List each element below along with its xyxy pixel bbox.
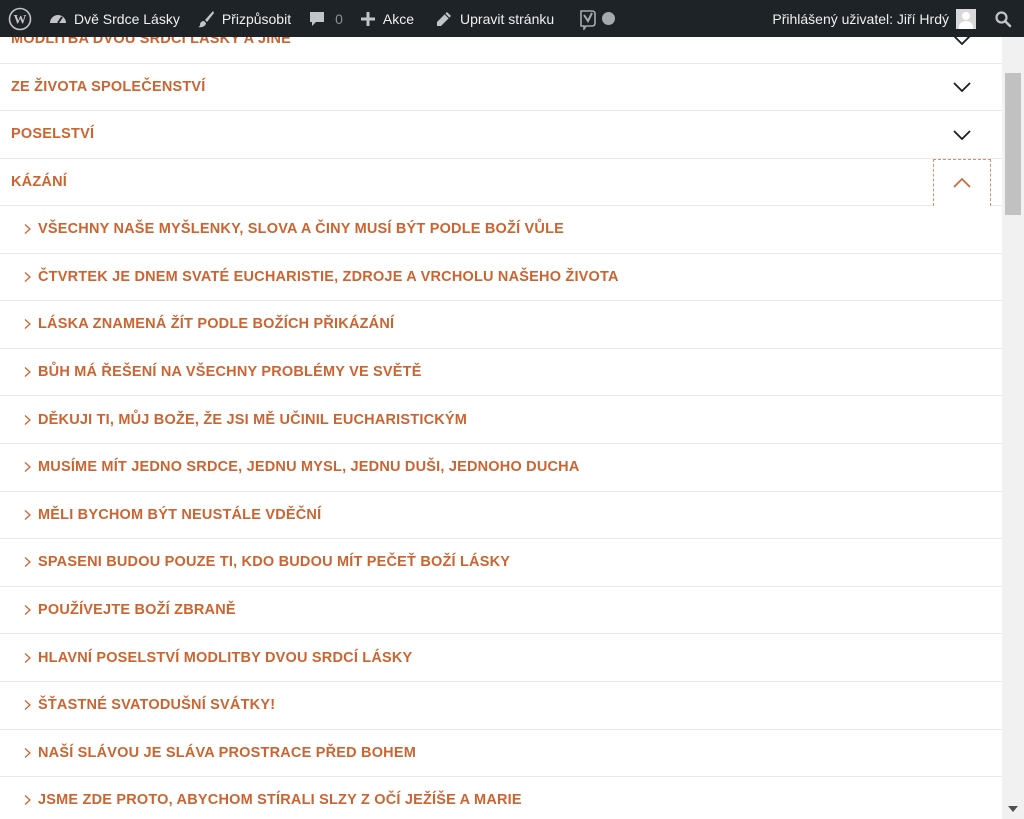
submenu: Všechny naše myšlenky, slova a činy musí… bbox=[0, 206, 1002, 819]
submenu-item[interactable]: Šťastné svatodušní svátky! bbox=[0, 682, 1002, 730]
submenu-item-label: Všechny naše myšlenky, slova a činy musí… bbox=[38, 221, 565, 238]
menu-category-label: Poselství bbox=[11, 126, 95, 143]
chevron-right-icon bbox=[24, 747, 31, 758]
submenu-item-label: Jsme zde proto, abychom stírali slzy z o… bbox=[38, 792, 522, 809]
paintbrush-icon bbox=[197, 10, 214, 27]
chevron-right-icon bbox=[24, 509, 31, 520]
submenu-item-label: Čtvrtek je dnem svaté Eucharistie, zdroj… bbox=[38, 268, 619, 285]
yoast-icon bbox=[580, 9, 596, 30]
site-name-label: Dvě Srdce Lásky bbox=[74, 10, 180, 27]
chevron-right-icon bbox=[24, 224, 31, 235]
menu-category-label: Modlitba dvou srdcí lásky a jiné bbox=[11, 37, 292, 48]
submenu-item[interactable]: Čtvrtek je dnem svaté Eucharistie, zdroj… bbox=[0, 254, 1002, 302]
chevron-right-icon bbox=[24, 319, 31, 330]
avatar bbox=[956, 8, 976, 29]
comments-link[interactable]: 0 bbox=[299, 0, 351, 37]
submenu-item-label: Bůh má řešení na všechny problémy ve svě… bbox=[38, 364, 422, 381]
site-name-link[interactable]: Dvě Srdce Lásky bbox=[40, 0, 188, 37]
submenu-item-label: Spaseni budou pouze ti, kdo budou mít pe… bbox=[38, 554, 511, 571]
mobile-menu: Modlitba dvou srdcí lásky a jiné Ze živo… bbox=[0, 37, 1002, 819]
new-content-label: Akce bbox=[382, 10, 415, 27]
seo-score-dot-icon bbox=[602, 12, 616, 25]
submenu-item-label: Děkuji ti, můj Bože, že jsi mě učinil eu… bbox=[38, 411, 468, 428]
svg-text:W: W bbox=[14, 11, 27, 26]
logged-in-user-label: Přihlášený uživatel: Jiří Hrdý bbox=[772, 10, 949, 27]
submenu-item-label: Šťastné svatodušní svátky! bbox=[38, 697, 276, 714]
chevron-down-icon bbox=[953, 82, 971, 93]
submenu-item-label: Hlavní poselství Modlitby dvou srdcí lás… bbox=[38, 649, 413, 666]
chevron-up-icon bbox=[953, 177, 971, 188]
menu-category[interactable]: Modlitba dvou srdcí lásky a jiné bbox=[0, 37, 1002, 64]
chevron-right-icon bbox=[24, 652, 31, 663]
dashboard-icon bbox=[50, 14, 66, 24]
arrow-down-icon bbox=[1008, 806, 1018, 812]
submenu-item-label: Láska znamená žít podle Božích přikázání bbox=[38, 316, 395, 333]
customize-link[interactable]: Přizpůsobit bbox=[188, 0, 299, 37]
submenu-item[interactable]: Hlavní poselství Modlitby dvou srdcí lás… bbox=[0, 634, 1002, 682]
yoast-seo-menu[interactable] bbox=[570, 0, 623, 37]
wordpress-icon: W bbox=[8, 7, 32, 30]
search-icon bbox=[995, 10, 1012, 27]
scrollbar-thumb[interactable] bbox=[1005, 73, 1021, 215]
chevron-right-icon bbox=[24, 605, 31, 616]
new-content-link[interactable]: Akce bbox=[351, 0, 422, 37]
vertical-scrollbar[interactable] bbox=[1002, 37, 1024, 819]
submenu-item[interactable]: Používejte Boží zbraně bbox=[0, 587, 1002, 635]
plus-icon bbox=[360, 11, 375, 26]
scroll-down-button[interactable] bbox=[1002, 799, 1024, 819]
menu-category-label: Kázání bbox=[11, 173, 67, 190]
page-content: Modlitba dvou srdcí lásky a jiné Ze živo… bbox=[0, 37, 1002, 819]
menu-category-label: Ze života společenství bbox=[11, 78, 206, 95]
submenu-toggle[interactable] bbox=[933, 111, 991, 158]
wordpress-logo-button[interactable]: W bbox=[0, 0, 40, 37]
submenu-item[interactable]: Spaseni budou pouze ti, kdo budou mít pe… bbox=[0, 539, 1002, 587]
submenu-item-label: Používejte Boží zbraně bbox=[38, 602, 236, 619]
search-button[interactable] bbox=[984, 0, 1024, 37]
chevron-right-icon bbox=[24, 557, 31, 568]
submenu-item-label: Naší slávou je sláva prostrace před Bohe… bbox=[38, 744, 416, 761]
chevron-down-icon bbox=[953, 129, 971, 140]
submenu-item[interactable]: Bůh má řešení na všechny problémy ve svě… bbox=[0, 349, 1002, 397]
menu-category[interactable]: Ze života společenství bbox=[0, 63, 1002, 111]
submenu-toggle[interactable] bbox=[933, 37, 991, 63]
edit-page-label: Upravit stránku bbox=[460, 10, 555, 27]
edit-page-link[interactable]: Upravit stránku bbox=[426, 0, 562, 37]
comment-bubble-icon bbox=[310, 11, 325, 26]
submenu-item[interactable]: Naší slávou je sláva prostrace před Bohe… bbox=[0, 730, 1002, 778]
submenu-item[interactable]: Jsme zde proto, abychom stírali slzy z o… bbox=[0, 777, 1002, 819]
chevron-right-icon bbox=[24, 462, 31, 473]
menu-category[interactable]: Poselství bbox=[0, 111, 1002, 159]
submenu-toggle[interactable] bbox=[933, 64, 991, 111]
chevron-down-icon bbox=[954, 37, 970, 45]
submenu-item-label: Měli bychom být neustále vděční bbox=[38, 506, 322, 523]
customize-label: Přizpůsobit bbox=[221, 10, 292, 27]
chevron-right-icon bbox=[24, 367, 31, 378]
comments-count: 0 bbox=[335, 10, 343, 27]
submenu-item[interactable]: Měli bychom být neustále vděční bbox=[0, 492, 1002, 540]
chevron-right-icon bbox=[24, 795, 31, 806]
chevron-right-icon bbox=[24, 414, 31, 425]
my-account-link[interactable]: Přihlášený uživatel: Jiří Hrdý bbox=[764, 0, 984, 37]
chevron-right-icon bbox=[24, 271, 31, 282]
admin-bar: W Dvě Srdce Lásky Přizpůsobit 0 Akce Upr… bbox=[0, 0, 1024, 37]
submenu-item[interactable]: Láska znamená žít podle Božích přikázání bbox=[0, 301, 1002, 349]
submenu-item[interactable]: Musíme mít jedno srdce, jednu mysl, jedn… bbox=[0, 444, 1002, 492]
submenu-item[interactable]: Děkuji ti, můj Bože, že jsi mě učinil eu… bbox=[0, 396, 1002, 444]
pencil-icon bbox=[437, 11, 452, 26]
menu-category-expanded[interactable]: Kázání bbox=[0, 158, 1002, 206]
submenu-item-label: Musíme mít jedno srdce, jednu mysl, jedn… bbox=[38, 459, 580, 476]
submenu-item[interactable]: Všechny naše myšlenky, slova a činy musí… bbox=[0, 206, 1002, 254]
submenu-toggle[interactable] bbox=[933, 158, 991, 206]
chevron-right-icon bbox=[24, 700, 31, 711]
